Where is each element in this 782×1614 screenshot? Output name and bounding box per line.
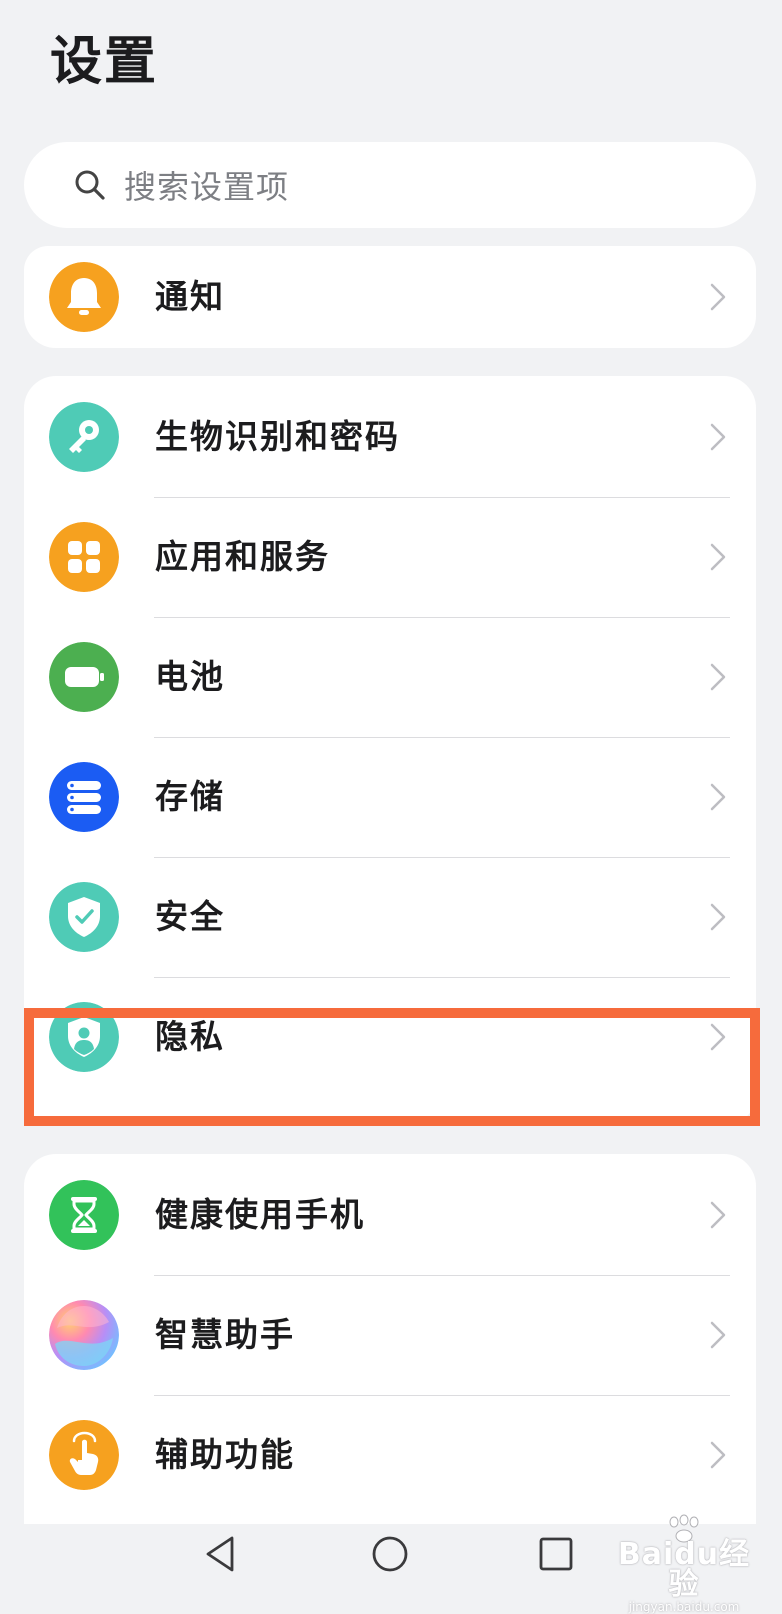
bell-icon (49, 262, 119, 332)
chevron-right-icon (710, 1201, 726, 1229)
settings-item-smart-assistant[interactable]: 智慧助手 (24, 1274, 756, 1396)
settings-item-biometrics[interactable]: 生物识别和密码 (24, 376, 756, 498)
settings-group-assist: 健康使用手机 智慧助手 辅助功能 (24, 1154, 756, 1524)
settings-item-digital-balance[interactable]: 健康使用手机 (24, 1154, 756, 1276)
settings-item-label: 电池 (155, 657, 225, 696)
chevron-right-icon (710, 903, 726, 931)
watermark-url: jingyan.baidu.com (628, 1600, 740, 1614)
storage-icon (49, 762, 119, 832)
settings-item-label: 辅助功能 (155, 1435, 295, 1474)
home-icon[interactable] (368, 1532, 412, 1576)
settings-item-accessibility[interactable]: 辅助功能 (24, 1394, 756, 1516)
chevron-right-icon (710, 783, 726, 811)
watermark-logo-text: Baidu经验 (617, 1537, 751, 1602)
accessibility-hand-icon (49, 1420, 119, 1490)
settings-item-label: 健康使用手机 (155, 1195, 365, 1234)
settings-item-label: 生物识别和密码 (155, 417, 400, 456)
search-icon (75, 170, 105, 200)
security-shield-icon (49, 882, 119, 952)
key-icon (49, 402, 119, 472)
settings-group-system: 生物识别和密码 应用和服务 电池 存储 安全 隐私 (24, 376, 756, 1126)
settings-item-privacy[interactable]: 隐私 (24, 976, 756, 1098)
privacy-shield-icon (49, 1002, 119, 1072)
settings-item-label: 应用和服务 (155, 537, 330, 576)
chevron-right-icon (710, 1321, 726, 1349)
chevron-right-icon (710, 283, 726, 311)
settings-item-label: 隐私 (155, 1017, 225, 1056)
settings-item-label: 通知 (155, 277, 225, 316)
page-title: 设置 (50, 32, 159, 92)
recent-apps-icon[interactable] (534, 1532, 578, 1576)
chevron-right-icon (710, 663, 726, 691)
baidu-jingyan-watermark: Baidu经验 jingyan.baidu.com (604, 1514, 764, 1614)
settings-item-label: 安全 (155, 897, 225, 936)
chevron-right-icon (710, 423, 726, 451)
settings-item-storage[interactable]: 存储 (24, 736, 756, 858)
settings-group-notifications: 通知 (24, 246, 756, 348)
chevron-right-icon (710, 1441, 726, 1469)
settings-item-apps-services[interactable]: 应用和服务 (24, 496, 756, 618)
apps-grid-icon (49, 522, 119, 592)
search-input[interactable]: 搜索设置项 (124, 162, 289, 208)
assistant-orb-icon (49, 1300, 119, 1370)
settings-item-notifications[interactable]: 通知 (24, 246, 756, 348)
chevron-right-icon (710, 543, 726, 571)
search-bar[interactable]: 搜索设置项 (24, 142, 756, 228)
back-icon[interactable] (200, 1532, 244, 1576)
chevron-right-icon (710, 1023, 726, 1051)
settings-item-security[interactable]: 安全 (24, 856, 756, 978)
settings-item-label: 智慧助手 (155, 1315, 295, 1354)
hourglass-icon (49, 1180, 119, 1250)
settings-item-battery[interactable]: 电池 (24, 616, 756, 738)
battery-icon (49, 642, 119, 712)
settings-item-label: 存储 (155, 777, 225, 816)
